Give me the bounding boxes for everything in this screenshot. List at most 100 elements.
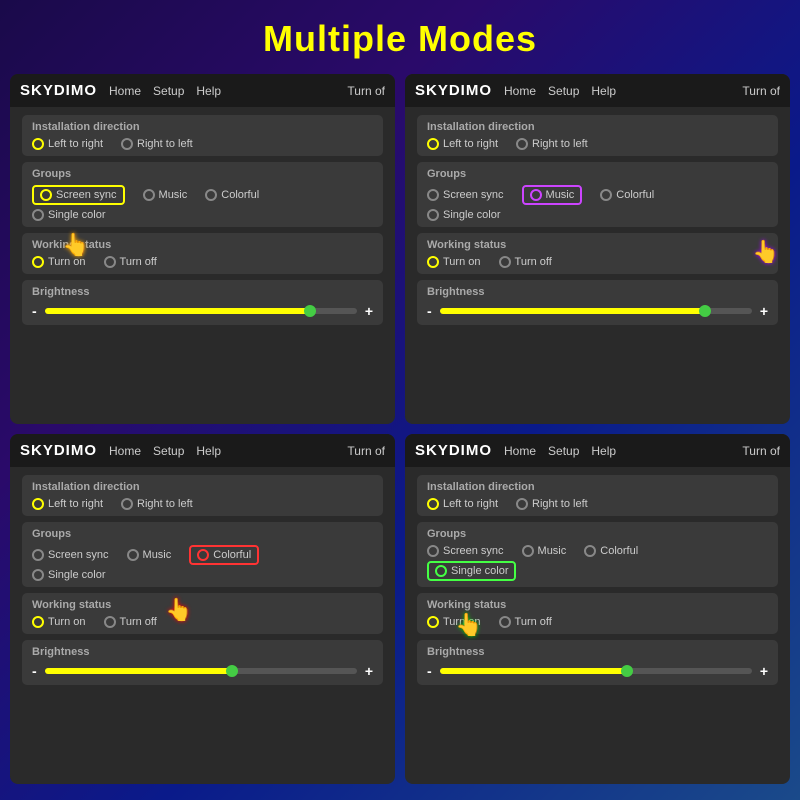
- panel-1-turnof[interactable]: Turn of: [347, 84, 385, 98]
- panel-1-colorful[interactable]: Colorful: [205, 189, 259, 201]
- panel-4-help[interactable]: Help: [591, 444, 616, 458]
- panel-1-single-color-label: Single color: [48, 209, 105, 221]
- panel-1-turn-off[interactable]: Turn off: [104, 256, 157, 268]
- panel-4-brightness-track[interactable]: [440, 668, 752, 674]
- panel-4-brightness-thumb[interactable]: [621, 665, 633, 677]
- panel-4-music[interactable]: Music: [522, 545, 567, 557]
- panel-2-single-color-radio: [427, 209, 439, 221]
- panel-3-ltr[interactable]: Left to right: [32, 498, 103, 510]
- panel-3-single-color-radio: [32, 569, 44, 581]
- panel-3-turn-on[interactable]: Turn on: [32, 616, 86, 628]
- panel-3-screen-sync[interactable]: Screen sync: [32, 549, 109, 561]
- panel-2-rtl[interactable]: Right to left: [516, 138, 588, 150]
- panel-2-rtl-label: Right to left: [532, 138, 588, 150]
- panel-4-colorful-radio: [584, 545, 596, 557]
- panel-4-rtl-label: Right to left: [532, 498, 588, 510]
- panel-4-ltr-label: Left to right: [443, 498, 498, 510]
- panel-2-screen-sync[interactable]: Screen sync: [427, 189, 504, 201]
- panel-2-turnof[interactable]: Turn of: [742, 84, 780, 98]
- panel-3-brightness-plus[interactable]: +: [365, 663, 373, 679]
- panel-2-single-color[interactable]: Single color: [427, 209, 500, 221]
- panel-2-rtl-radio: [516, 138, 528, 150]
- panel-1-single-color[interactable]: Single color: [32, 209, 105, 221]
- panel-3-screen-sync-radio: [32, 549, 44, 561]
- panel-4-working-title: Working status: [427, 599, 768, 611]
- panel-2-groups: Groups Screen sync Music Colorful: [417, 162, 778, 227]
- panel-3-setup[interactable]: Setup: [153, 444, 184, 458]
- panel-1-brightness-plus[interactable]: +: [365, 303, 373, 319]
- panel-4-brightness-plus[interactable]: +: [760, 663, 768, 679]
- panel-1-rtl[interactable]: Right to left: [121, 138, 193, 150]
- panel-1-turn-off-label: Turn off: [120, 256, 157, 268]
- panel-3-groups-row1: Screen sync Music Colorful: [32, 545, 373, 565]
- panel-1-brightness-thumb[interactable]: [304, 305, 316, 317]
- panel-1-turn-on-label: Turn on: [48, 256, 86, 268]
- panel-1-ltr-label: Left to right: [48, 138, 103, 150]
- panel-4-setup[interactable]: Setup: [548, 444, 579, 458]
- panel-4-turnof[interactable]: Turn of: [742, 444, 780, 458]
- panel-4-groups-row1: Screen sync Music Colorful: [427, 545, 768, 557]
- panel-3-rtl[interactable]: Right to left: [121, 498, 193, 510]
- panel-3-colorful-label: Colorful: [213, 549, 251, 561]
- panel-3-help[interactable]: Help: [196, 444, 221, 458]
- panel-3-home[interactable]: Home: [109, 444, 141, 458]
- panel-1-colorful-label: Colorful: [221, 189, 259, 201]
- panel-2-colorful-label: Colorful: [616, 189, 654, 201]
- panel-2-turn-on[interactable]: Turn on: [427, 256, 481, 268]
- panel-2-ltr-radio: [427, 138, 439, 150]
- panel-2-help[interactable]: Help: [591, 84, 616, 98]
- panel-4-groups-title: Groups: [427, 528, 768, 540]
- panel-2-brightness-minus[interactable]: -: [427, 303, 432, 319]
- panel-2-screen-sync-radio: [427, 189, 439, 201]
- panel-3-rtl-radio: [121, 498, 133, 510]
- panel-4-brightness-minus[interactable]: -: [427, 663, 432, 679]
- panel-1-rtl-label: Right to left: [137, 138, 193, 150]
- panel-4-nav: SKYDIMO Home Setup Help Turn of: [405, 434, 790, 467]
- panel-2-working-options: Turn on Turn off: [427, 256, 768, 268]
- panel-3-brightness-track[interactable]: [45, 668, 357, 674]
- panel-3-turn-off[interactable]: Turn off: [104, 616, 157, 628]
- panel-4-screen-sync[interactable]: Screen sync: [427, 545, 504, 557]
- panel-2-music[interactable]: Music: [522, 185, 583, 205]
- panel-1-home[interactable]: Home: [109, 84, 141, 98]
- panel-4-body: Installation direction Left to right Rig…: [405, 467, 790, 784]
- panel-1-screen-sync[interactable]: Screen sync: [32, 185, 125, 205]
- panel-1-music[interactable]: Music: [143, 189, 188, 201]
- panel-3-single-color[interactable]: Single color: [32, 569, 105, 581]
- panel-1-brightness-track[interactable]: [45, 308, 357, 314]
- panel-2-colorful-radio: [600, 189, 612, 201]
- panel-1-screen-sync-radio: [40, 189, 52, 201]
- panel-4-turn-on[interactable]: Turn on: [427, 616, 481, 628]
- panel-2-brightness-plus[interactable]: +: [760, 303, 768, 319]
- panel-4-single-color[interactable]: Single color: [427, 561, 516, 581]
- panel-3-music[interactable]: Music: [127, 549, 172, 561]
- panel-4-brightness: Brightness - +: [417, 640, 778, 685]
- panel-2-turn-off[interactable]: Turn off: [499, 256, 552, 268]
- panel-1-help[interactable]: Help: [196, 84, 221, 98]
- panel-1-brightness-minus[interactable]: -: [32, 303, 37, 319]
- panel-2-brightness-thumb[interactable]: [699, 305, 711, 317]
- page-title: Multiple Modes: [0, 0, 800, 74]
- panel-2-home[interactable]: Home: [504, 84, 536, 98]
- panel-4-turn-off[interactable]: Turn off: [499, 616, 552, 628]
- panel-1-ltr[interactable]: Left to right: [32, 138, 103, 150]
- panel-2-setup[interactable]: Setup: [548, 84, 579, 98]
- panel-2-colorful[interactable]: Colorful: [600, 189, 654, 201]
- panels-grid: SKYDIMO Home Setup Help Turn of Installa…: [0, 74, 800, 794]
- panel-2-turn-on-radio: [427, 256, 439, 268]
- panel-3-installation-title: Installation direction: [32, 481, 373, 493]
- panel-4-rtl[interactable]: Right to left: [516, 498, 588, 510]
- panel-3-turn-on-label: Turn on: [48, 616, 86, 628]
- panel-3-turnof[interactable]: Turn of: [347, 444, 385, 458]
- panel-3-brightness-minus[interactable]: -: [32, 663, 37, 679]
- panel-4-colorful[interactable]: Colorful: [584, 545, 638, 557]
- panel-4-ltr[interactable]: Left to right: [427, 498, 498, 510]
- panel-1-turn-on[interactable]: Turn on: [32, 256, 86, 268]
- panel-3-colorful[interactable]: Colorful: [189, 545, 259, 565]
- panel-2-ltr[interactable]: Left to right: [427, 138, 498, 150]
- panel-3-brightness-thumb[interactable]: [226, 665, 238, 677]
- panel-1-setup[interactable]: Setup: [153, 84, 184, 98]
- panel-2-brightness-track[interactable]: [440, 308, 752, 314]
- panel-4-brightness-fill: [440, 668, 627, 674]
- panel-4-home[interactable]: Home: [504, 444, 536, 458]
